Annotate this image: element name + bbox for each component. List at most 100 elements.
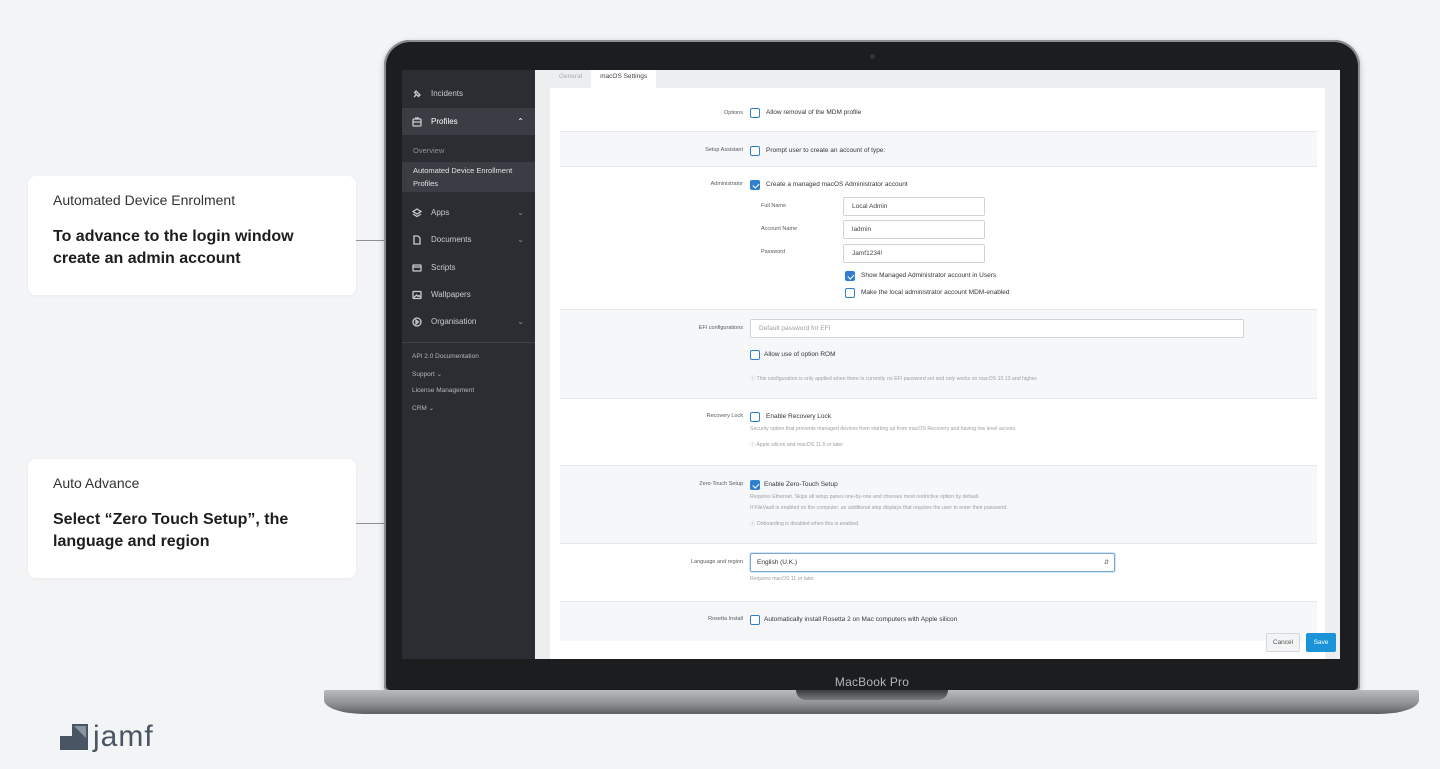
row-label: EFI configurations: [698, 325, 743, 331]
zero-touch-note: ⓘ Onboarding is disabled when this is en…: [750, 521, 859, 527]
show-admin-in-users-checkbox[interactable]: [845, 271, 855, 281]
link-support[interactable]: Support ⌄: [412, 370, 442, 378]
layers-icon: [412, 207, 422, 218]
rosetta-install-checkbox[interactable]: [750, 615, 760, 625]
row-label: Language and region: [691, 559, 743, 565]
mdm-enabled-admin-checkbox[interactable]: [845, 288, 855, 298]
sidebar-item-label: Scripts: [431, 263, 456, 272]
checkbox-label: Prompt user to create an account of type…: [766, 147, 886, 154]
prompt-create-account-checkbox[interactable]: [750, 146, 760, 156]
sidebar-sub-overview[interactable]: Overview: [413, 146, 444, 155]
efi-password-field[interactable]: Default password for EFI: [750, 319, 1244, 338]
sidebar-item-profiles[interactable]: Profiles ⌃: [402, 108, 535, 135]
sidebar-sub-ade-profiles[interactable]: Automated Device Enrollment Profiles: [402, 162, 546, 192]
sidebar-item-label: Documents: [431, 235, 472, 244]
sidebar-item-label: Organisation: [431, 317, 477, 326]
password-label: Password: [761, 249, 786, 255]
sidebar-item-label: Profiles: [431, 117, 458, 126]
row-label: Administrator: [710, 181, 743, 187]
chevron-down-icon: ⌄: [517, 208, 524, 217]
allow-mdm-removal-checkbox[interactable]: [750, 108, 760, 118]
camera: [870, 54, 875, 59]
jamf-logo-mark-icon: [60, 724, 88, 750]
option-rom-checkbox[interactable]: [750, 350, 760, 360]
sidebar-item-scripts[interactable]: Scripts: [402, 254, 535, 281]
settings-panel: Options Allow removal of the MDM profile…: [550, 88, 1325, 659]
logo-text: jamf: [93, 720, 154, 753]
account-name-field[interactable]: ladmin: [843, 220, 985, 239]
recovery-lock-note: ⓘ Apple silicon and macOS 11.5 or later: [750, 442, 844, 448]
account-name-label: Account Name: [761, 226, 798, 232]
profiles-icon: [412, 116, 422, 127]
row-label: Zero-Touch Setup: [699, 481, 743, 487]
language-region-select[interactable]: English (U.K.) ⇵: [750, 553, 1115, 572]
sidebar-item-label: Wallpapers: [431, 290, 471, 299]
checkbox-label: Make the local administrator account MDM…: [861, 289, 1010, 296]
checkbox-label: Automatically install Rosetta 2 on Mac c…: [764, 616, 958, 623]
callout-auto-advance: Auto Advance Select “Zero Touch Setup”, …: [28, 459, 356, 578]
callout-body: Select “Zero Touch Setup”, the language …: [53, 511, 289, 550]
tab-bar: General macOS Settings: [550, 70, 657, 88]
full-name-label: Full Name: [761, 203, 787, 209]
sidebar-item-apps[interactable]: Apps ⌄: [402, 199, 535, 226]
chevron-down-icon: ⌄: [517, 235, 524, 244]
save-button[interactable]: Save: [1306, 633, 1336, 652]
link-crm[interactable]: CRM ⌄: [412, 404, 434, 412]
row-zero-touch: Zero-Touch Setup Enable Zero-Touch Setup…: [560, 465, 1317, 543]
checkbox-label: Allow removal of the MDM profile: [766, 109, 862, 116]
jamf-logo: jamf: [60, 722, 154, 752]
laptop-bezel: MacBook Pro: [386, 659, 1358, 690]
row-efi: EFI configurations Default password for …: [560, 309, 1317, 398]
row-label: Options: [724, 110, 743, 116]
row-administrator: Administrator Create a managed macOS Adm…: [560, 166, 1317, 309]
row-setup-assistant: Setup Assistant Prompt user to create an…: [560, 131, 1317, 166]
row-label: Recovery Lock: [706, 413, 743, 419]
create-admin-checkbox[interactable]: [750, 180, 760, 190]
row-label: Rosetta Install: [708, 616, 743, 622]
wallpaper-icon: [412, 290, 422, 300]
password-field[interactable]: Jamf1234!: [843, 244, 985, 263]
select-arrows-icon: ⇵: [1103, 560, 1109, 566]
link-license-management[interactable]: License Management: [412, 387, 474, 394]
screen: Incidents Profiles ⌃ Overview Automated …: [402, 70, 1340, 659]
checkbox-label: Create a managed macOS Administrator acc…: [766, 181, 908, 188]
checkbox-label: Enable Recovery Lock: [766, 413, 832, 420]
callout-ade: Automated Device Enrolment To advance to…: [28, 176, 356, 295]
row-rosetta: Rosetta Install Automatically install Ro…: [560, 601, 1317, 641]
sidebar-divider: [402, 342, 535, 343]
recovery-lock-checkbox[interactable]: [750, 412, 760, 422]
tab-macos-settings[interactable]: macOS Settings: [591, 70, 657, 88]
chevron-up-icon: ⌃: [517, 117, 524, 126]
tab-general[interactable]: General: [550, 70, 591, 88]
row-label: Setup Assistant: [705, 147, 743, 153]
base-notch: [796, 690, 948, 700]
chevron-down-icon: ⌄: [517, 317, 524, 326]
link-api-docs[interactable]: API 2.0 Documentation: [412, 353, 479, 360]
laptop-base: [324, 690, 1419, 714]
zero-touch-desc: Requires Ethernet. Skips all setup panes…: [750, 494, 980, 500]
checkbox-label: Enable Zero-Touch Setup: [764, 481, 838, 488]
cancel-button[interactable]: Cancel: [1266, 633, 1300, 652]
sidebar-item-incidents[interactable]: Incidents: [402, 80, 535, 107]
sidebar-item-organisation[interactable]: Organisation ⌄: [402, 308, 535, 335]
organisation-icon: [412, 316, 422, 327]
sidebar-item-documents[interactable]: Documents ⌄: [402, 226, 535, 253]
callout-title: Auto Advance: [53, 475, 140, 491]
pin-icon: [412, 89, 422, 99]
document-icon: [412, 234, 422, 245]
efi-note: ⓘ This configuration is only applied whe…: [750, 376, 1038, 382]
sidebar-item-wallpapers[interactable]: Wallpapers: [402, 281, 535, 308]
zero-touch-checkbox[interactable]: [750, 480, 760, 490]
full-name-field[interactable]: Local Admin: [843, 197, 985, 216]
row-recovery-lock: Recovery Lock Enable Recovery Lock Secur…: [560, 398, 1317, 465]
main-content: General macOS Settings Options Allow rem…: [535, 70, 1340, 659]
row-language-region: Language and region English (U.K.) ⇵ Req…: [560, 543, 1317, 601]
checkbox-label: Show Managed Administrator account in Us…: [861, 272, 997, 279]
row-options: Options Allow removal of the MDM profile: [560, 88, 1317, 131]
language-note: Requires macOS 11 or later: [750, 576, 814, 582]
callout-title: Automated Device Enrolment: [53, 192, 236, 208]
zero-touch-desc: If FileVault is enabled on the computer,…: [750, 505, 1008, 511]
checkbox-label: Allow use of option ROM: [764, 351, 836, 358]
script-icon: [412, 263, 422, 273]
sidebar: Incidents Profiles ⌃ Overview Automated …: [402, 70, 546, 659]
